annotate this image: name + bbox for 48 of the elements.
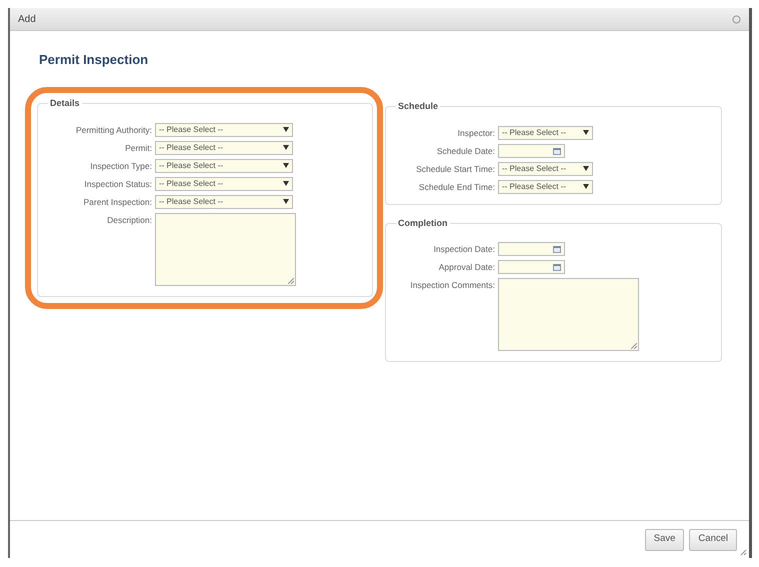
- caret-icon: [583, 166, 589, 171]
- text-area[interactable]: [498, 278, 639, 351]
- select-dropdown[interactable]: -- Please Select --: [155, 122, 293, 136]
- form-heading: Permit Inspection: [39, 51, 148, 69]
- resize-grip-icon[interactable]: [288, 278, 294, 284]
- select-dropdown[interactable]: -- Please Select --: [155, 176, 293, 190]
- caret-icon: [283, 181, 289, 186]
- text-area[interactable]: [155, 212, 296, 286]
- field-label: Description:: [106, 214, 152, 226]
- section-title: Schedule: [397, 100, 440, 113]
- select-dropdown[interactable]: -- Please Select --: [498, 162, 593, 176]
- caret-icon: [283, 145, 289, 150]
- caret-icon: [583, 130, 589, 135]
- field-label: Schedule End Time:: [418, 180, 495, 194]
- field-label: Schedule Date:: [436, 144, 495, 158]
- calendar-icon[interactable]: [553, 146, 561, 154]
- field-label: Inspection Type:: [89, 160, 152, 172]
- field-label: Inspection Comments:: [409, 279, 495, 292]
- caret-icon: [283, 163, 289, 168]
- field-label: Permit:: [124, 142, 152, 154]
- caret-icon: [283, 199, 289, 204]
- resize-grip-icon[interactable]: [740, 549, 747, 556]
- select-dropdown[interactable]: -- Please Select --: [155, 194, 293, 208]
- close-icon[interactable]: [732, 14, 741, 24]
- window-title: Add: [18, 12, 36, 26]
- calendar-icon[interactable]: [553, 245, 561, 253]
- date-field[interactable]: [498, 144, 565, 158]
- field-label: Inspector:: [456, 126, 495, 140]
- save-button[interactable]: Save: [644, 528, 684, 550]
- field-label: Inspection Status:: [83, 178, 152, 190]
- cancel-button[interactable]: Cancel: [689, 528, 737, 550]
- date-field[interactable]: [498, 242, 565, 256]
- calendar-icon[interactable]: [553, 263, 561, 271]
- field-label: Approval Date:: [438, 261, 495, 274]
- field-label: Schedule Start Time:: [415, 162, 495, 176]
- field-label: Permitting Authority:: [74, 124, 152, 136]
- caret-icon: [583, 184, 589, 189]
- resize-grip-icon[interactable]: [631, 343, 637, 349]
- field-label: Parent Inspection:: [82, 196, 152, 208]
- select-dropdown[interactable]: -- Please Select --: [498, 180, 593, 194]
- date-field[interactable]: [498, 260, 565, 274]
- select-dropdown[interactable]: -- Please Select --: [155, 158, 293, 172]
- section-title: Details: [49, 97, 81, 110]
- section-title: Completion: [397, 216, 448, 230]
- caret-icon: [283, 127, 289, 132]
- select-dropdown[interactable]: -- Please Select --: [498, 126, 593, 140]
- select-dropdown[interactable]: -- Please Select --: [155, 140, 293, 154]
- field-label: Inspection Date:: [432, 243, 495, 256]
